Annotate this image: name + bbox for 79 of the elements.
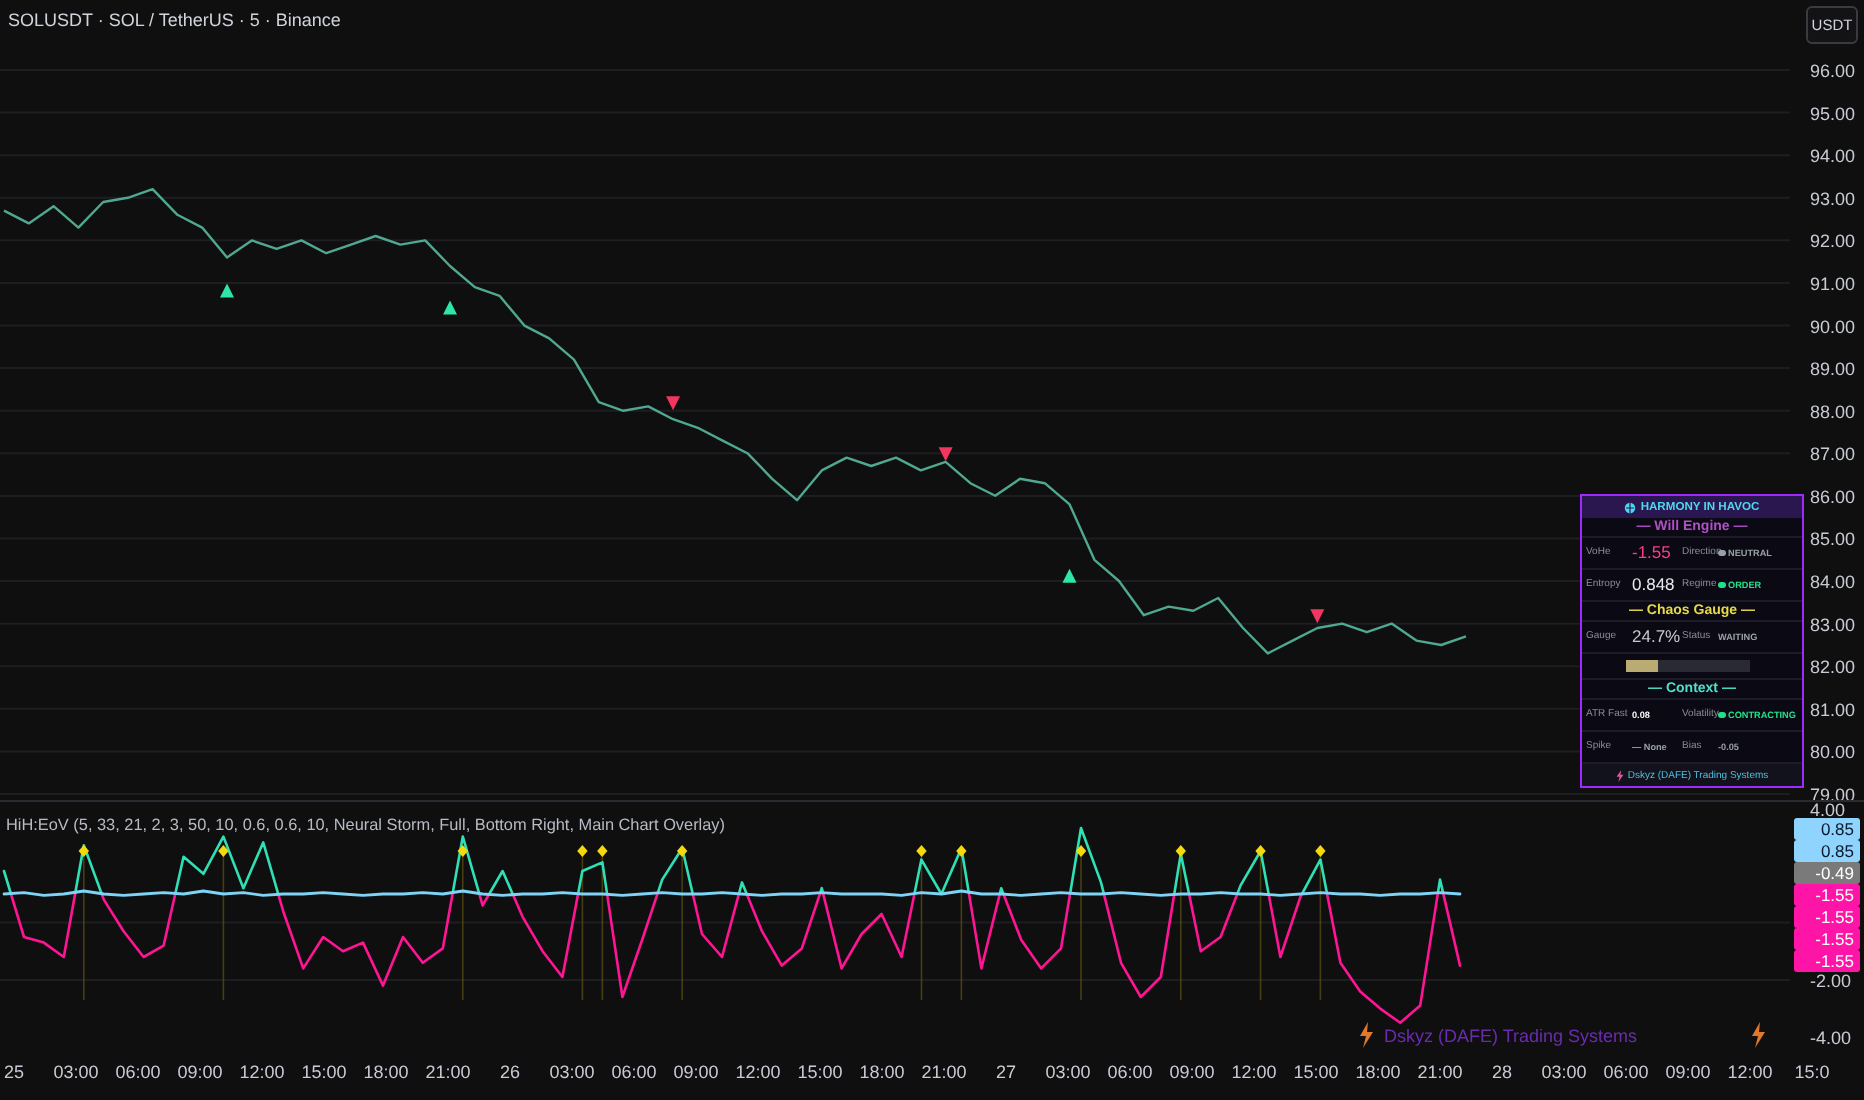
time-axis-label: 18:00: [1355, 1062, 1401, 1082]
globe-icon: [1624, 501, 1637, 513]
time-axis-label: 12:00: [735, 1062, 781, 1082]
diamond-marker: [577, 845, 588, 857]
time-axis-label: 12:00: [1727, 1062, 1773, 1082]
time-axis-label: 09:00: [673, 1062, 719, 1082]
time-axis-label: 15:00: [1293, 1062, 1339, 1082]
price-axis-label: 83.00: [1810, 614, 1856, 635]
diamond-marker: [1175, 845, 1186, 857]
time-axis-label: 06:00: [611, 1062, 657, 1082]
chart-title: SOLUSDT · SOL / TetherUS · 5 · Binance: [8, 10, 341, 30]
price-axis-label: 89.00: [1810, 359, 1856, 380]
lightning-icon: [1752, 1022, 1765, 1048]
diamond-marker: [676, 845, 688, 857]
diamond-marker: [218, 845, 229, 857]
time-axis-label: 28: [1492, 1062, 1512, 1082]
value-badge: -1.55: [1794, 906, 1860, 928]
time-axis-label: 06:00: [1603, 1062, 1649, 1082]
time-axis-label: 18:00: [363, 1062, 409, 1082]
time-axis-label: 03:00: [53, 1062, 99, 1082]
diamond-marker: [78, 845, 89, 857]
lightning-icon: [1615, 769, 1624, 781]
time-axis-label: 12:00: [1231, 1062, 1277, 1082]
value-badge: -1.55: [1794, 950, 1860, 972]
value-badge: 0.85: [1794, 840, 1860, 862]
time-axis-label: 03:00: [1045, 1062, 1091, 1082]
time-axis-label: 15:00: [301, 1062, 347, 1082]
price-axis-label: 86.00: [1810, 486, 1856, 507]
signature-text: Dskyz (DAFE) Trading Systems: [1384, 1026, 1638, 1046]
time-axis-label: 09:00: [177, 1062, 223, 1082]
price-axis-label: 95.00: [1810, 103, 1856, 124]
time-axis-label: 26: [500, 1062, 520, 1082]
price-axis-label: 88.00: [1810, 401, 1856, 422]
time-axis-label: 21:00: [921, 1062, 967, 1082]
metric-value: 0.848: [1632, 573, 1675, 597]
diamond-marker: [1315, 845, 1326, 857]
metric-value: 24.7%: [1632, 625, 1681, 649]
time-axis-label: 06:00: [1107, 1062, 1153, 1082]
time-axis-label: 12:00: [239, 1062, 285, 1082]
time-axis-label: 27: [996, 1062, 1016, 1082]
value-badge: -0.49: [1794, 862, 1860, 884]
metric-value: -1.55: [1632, 541, 1671, 565]
price-axis-label: 94.00: [1810, 146, 1856, 167]
price-axis-label: 81.00: [1810, 699, 1856, 720]
diamond-marker: [916, 845, 927, 857]
indicator-axis-label: 4.00: [1810, 800, 1846, 820]
time-axis-label: 09:00: [1169, 1062, 1215, 1082]
diamond-marker: [1255, 845, 1266, 857]
price-axis-label: 80.00: [1810, 742, 1856, 763]
value-badge: 0.85: [1794, 818, 1860, 840]
price-axis-label: 96.00: [1810, 61, 1856, 81]
diamond-marker: [457, 845, 468, 857]
indicator-axis-label: -2.00: [1810, 970, 1852, 991]
price-axis-label: 91.00: [1810, 273, 1856, 294]
indicator-title: HiH:EoV (5, 33, 21, 2, 3, 50, 10, 0.6, 0.6, 10, Neural Storm, Full, Bottom Right, Main Chart Overlay): [6, 816, 725, 834]
diamond-marker: [597, 845, 608, 857]
value-badge: -1.55: [1794, 928, 1860, 950]
price-axis-label: 92.00: [1810, 231, 1856, 252]
time-axis-label: 25: [4, 1062, 24, 1082]
price-axis-label: 82.00: [1810, 657, 1856, 678]
indicator-axis-label: -4.00: [1810, 1028, 1852, 1049]
diamond-marker: [1075, 845, 1087, 857]
time-axis-label: 21:00: [425, 1062, 471, 1082]
time-axis-label: 03:00: [1541, 1062, 1587, 1082]
price-axis-label: 85.00: [1810, 529, 1856, 550]
price-axis-label: 90.00: [1810, 316, 1856, 337]
time-axis-label: 06:00: [115, 1062, 161, 1082]
time-axis-label: 15:00: [797, 1062, 843, 1082]
price-axis-label: 93.00: [1810, 188, 1856, 209]
time-axis-label: 15:0: [1794, 1062, 1830, 1082]
time-axis-label: 03:00: [549, 1062, 595, 1082]
value-badge: -1.55: [1794, 884, 1860, 906]
time-axis-label: 09:00: [1665, 1062, 1711, 1082]
diamond-marker: [956, 845, 967, 857]
price-axis-label: 87.00: [1810, 444, 1856, 465]
time-axis-label: 21:00: [1417, 1062, 1463, 1082]
lightning-icon: [1360, 1022, 1373, 1048]
time-axis-label: 18:00: [859, 1062, 905, 1082]
price-axis-label: 84.00: [1810, 572, 1856, 593]
